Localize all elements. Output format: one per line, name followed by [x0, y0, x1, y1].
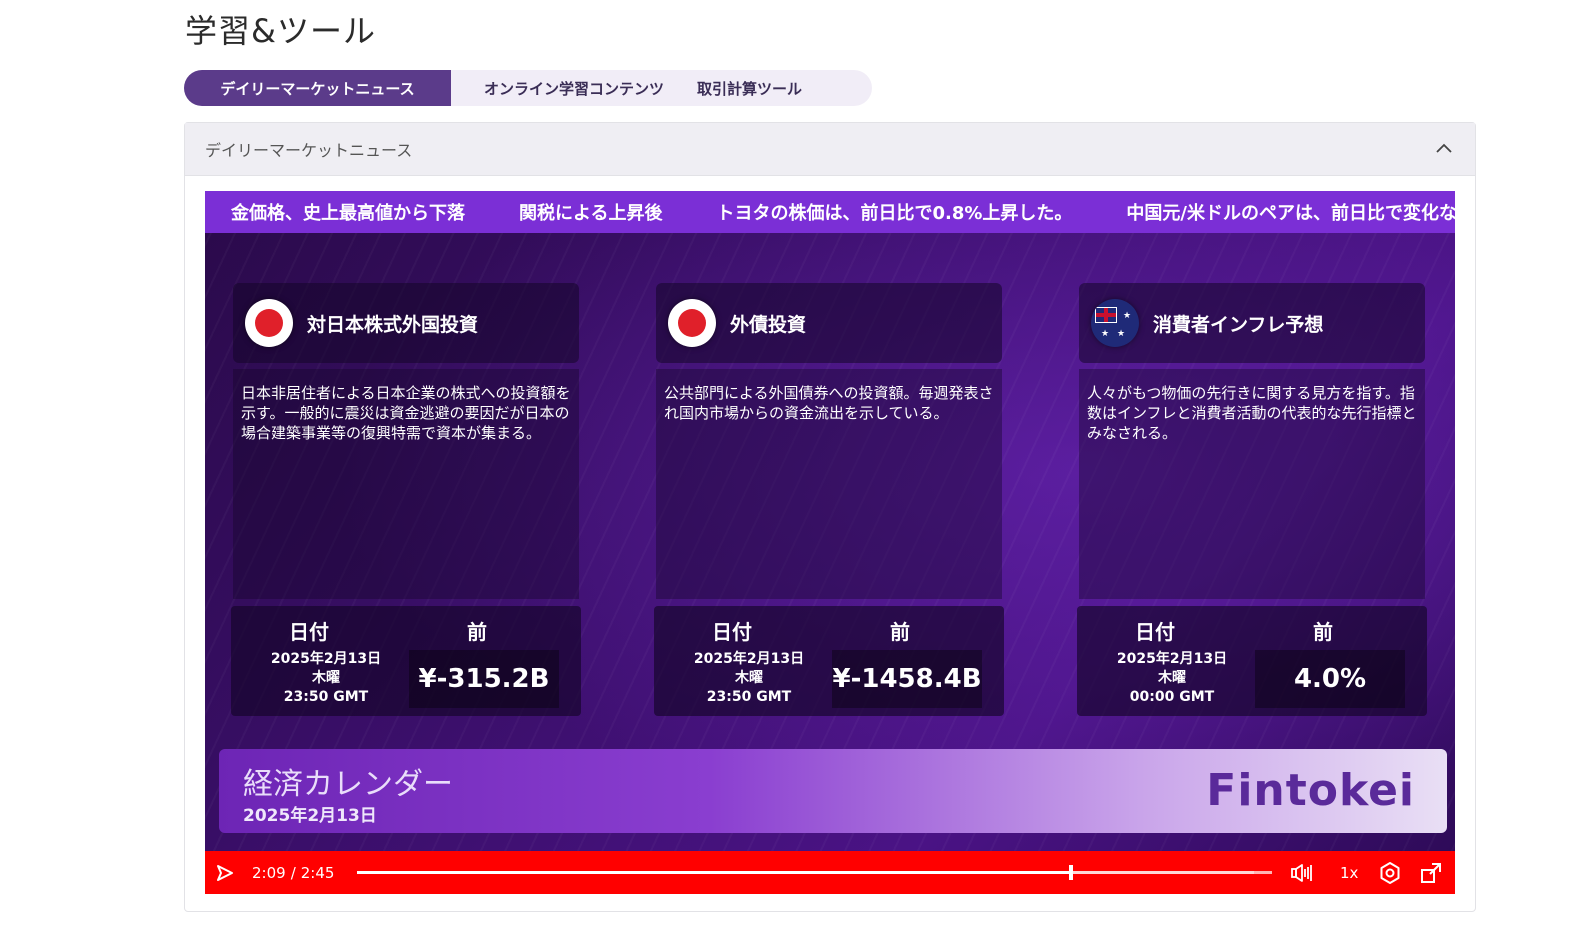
banner-title: 経済カレンダー: [243, 767, 453, 802]
volume-button[interactable]: [1290, 851, 1314, 894]
news-panel: デイリーマーケットニュース 金価格、史上最高値から下落 関税による上昇後 トヨタ…: [184, 122, 1476, 912]
indicator-stat: 日付 前 2025年2月13日 木曜 23:50 GMT ¥-315.2B: [231, 606, 581, 716]
tab-bar: デイリーマーケットニュース オンライン学習コンテンツ 取引計算ツール: [184, 70, 872, 106]
time-display: 2:09 / 2:45: [252, 851, 334, 894]
weekday-text: 木曜: [735, 670, 763, 686]
fintokei-logo: Fintokei: [1206, 765, 1415, 816]
release-date: 2025年2月13日 木曜 23:50 GMT: [261, 650, 391, 707]
volume-icon: [1291, 863, 1312, 882]
time-text: 00:00 GMT: [1129, 689, 1215, 705]
weekday-text: 木曜: [312, 670, 340, 686]
japan-flag-icon: [245, 299, 293, 347]
previous-value: ¥-315.2B: [409, 650, 559, 708]
indicator-title: 対日本株式外国投資: [307, 313, 479, 336]
previous-label: 前: [467, 620, 487, 644]
tab-daily-market-news[interactable]: デイリーマーケットニュース: [184, 70, 451, 106]
play-button[interactable]: [215, 851, 235, 894]
date-text: 2025年2月13日: [693, 651, 805, 667]
indicator-card-title: ★ ★ ★ 消費者インフレ予想: [1079, 283, 1425, 363]
indicator-stat: 日付 前 2025年2月13日 木曜 23:50 GMT ¥-1458.4B: [654, 606, 1004, 716]
panel-header-title: デイリーマーケットニュース: [205, 141, 413, 160]
chevron-up-icon[interactable]: [1435, 141, 1453, 155]
release-date: 2025年2月13日 木曜 00:00 GMT: [1107, 650, 1237, 707]
expand-icon: [1421, 862, 1441, 883]
ticker-item: 関税による上昇後: [519, 203, 663, 224]
indicator-card-title: 対日本株式外国投資: [233, 283, 579, 363]
video-controls: 2:09 / 2:45 1x: [205, 851, 1455, 894]
release-date: 2025年2月13日 木曜 23:50 GMT: [684, 650, 814, 707]
ticker-item: 金価格、史上最高値から下落: [231, 203, 465, 224]
previous-label: 前: [890, 620, 910, 644]
indicator-title: 外債投資: [730, 313, 807, 336]
previous-value: 4.0%: [1255, 650, 1405, 708]
japan-flag-icon: [668, 299, 716, 347]
play-icon: [217, 864, 233, 881]
date-label: 日付: [712, 620, 752, 644]
current-time: 2:09: [252, 863, 286, 882]
date-label: 日付: [1135, 620, 1175, 644]
time-text: 23:50 GMT: [706, 689, 792, 705]
previous-value: ¥-1458.4B: [832, 650, 982, 708]
seek-handle[interactable]: [1068, 865, 1073, 880]
fullscreen-button[interactable]: [1420, 851, 1442, 894]
settings-button[interactable]: [1378, 851, 1402, 894]
date-text: 2025年2月13日: [1116, 651, 1228, 667]
time-separator: /: [290, 863, 296, 882]
previous-label: 前: [1313, 620, 1333, 644]
indicator-description: 公共部門による外国債券への投資額。毎週発表され国内市場からの資金流出を示している…: [656, 369, 1002, 599]
panel-header[interactable]: デイリーマーケットニュース: [185, 123, 1475, 176]
australia-flag-icon: ★ ★ ★: [1091, 299, 1139, 347]
gear-icon: [1380, 861, 1400, 884]
page-title: 学習&ツール: [185, 12, 376, 50]
news-ticker: 金価格、史上最高値から下落 関税による上昇後 トヨタの株価は、前日比で0.8%上…: [205, 191, 1455, 233]
seek-progress: [357, 871, 1071, 874]
date-label: 日付: [289, 620, 329, 644]
video-player[interactable]: 金価格、史上最高値から下落 関税による上昇後 トヨタの株価は、前日比で0.8%上…: [205, 191, 1455, 894]
playback-speed-button[interactable]: 1x: [1340, 851, 1358, 894]
indicator-description: 人々がもつ物価の先行きに関する見方を指す。指数はインフレと消費者活動の代表的な先…: [1079, 369, 1425, 599]
time-text: 23:50 GMT: [283, 689, 369, 705]
indicator-description: 日本非居住者による日本企業の株式への投資額を示す。一般的に震災は資金逃避の要因だ…: [233, 369, 579, 599]
ticker-item: トヨタの株価は、前日比で0.8%上昇した。: [716, 203, 1073, 224]
ticker-item: 中国元/米ドルのペアは、前日比で変化な: [1126, 203, 1455, 224]
banner-date: 2025年2月13日: [243, 806, 377, 826]
indicator-title: 消費者インフレ予想: [1153, 313, 1324, 336]
seek-bar[interactable]: [357, 865, 1272, 880]
tab-trading-calculator[interactable]: 取引計算ツール: [697, 70, 872, 106]
date-text: 2025年2月13日: [270, 651, 382, 667]
indicator-stat: 日付 前 2025年2月13日 木曜 00:00 GMT 4.0%: [1077, 606, 1427, 716]
weekday-text: 木曜: [1158, 670, 1186, 686]
duration: 2:45: [300, 863, 335, 882]
calendar-banner: 経済カレンダー 2025年2月13日 Fintokei: [219, 749, 1447, 833]
tab-online-learning[interactable]: オンライン学習コンテンツ: [451, 70, 697, 106]
indicator-card-title: 外債投資: [656, 283, 1002, 363]
